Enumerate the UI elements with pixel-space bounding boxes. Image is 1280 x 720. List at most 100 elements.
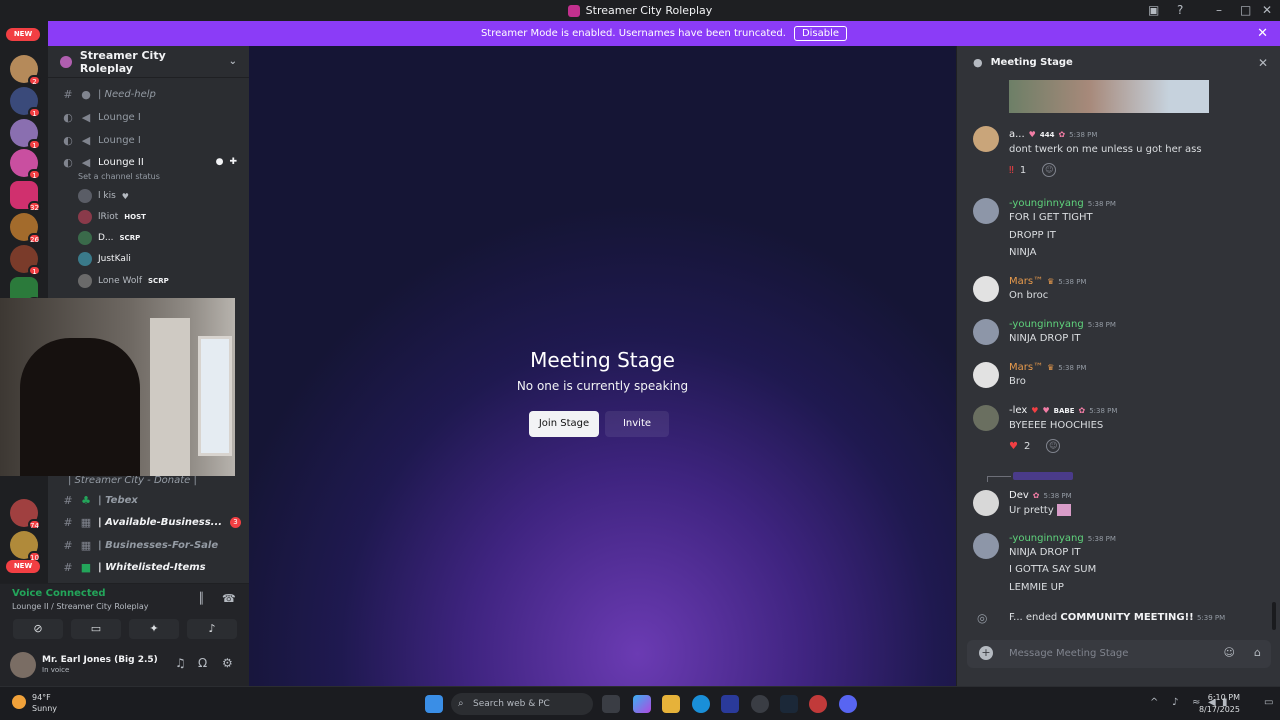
- avatar[interactable]: [973, 319, 999, 345]
- steam-icon[interactable]: [780, 695, 798, 713]
- server-icon[interactable]: 74: [10, 499, 41, 530]
- headphones-icon[interactable]: Ω: [198, 656, 207, 670]
- avatar[interactable]: [973, 533, 999, 559]
- channel-tebex[interactable]: # ♣ | Tebex: [56, 490, 241, 510]
- chat-scrollbar[interactable]: [1272, 602, 1276, 630]
- signal-icon[interactable]: ║: [198, 592, 205, 605]
- voice-user[interactable]: l kis ♥: [78, 187, 129, 205]
- banner-text: Streamer Mode is enabled. Usernames have…: [480, 28, 786, 39]
- channel-whitelisted-items[interactable]: # ■ | Whitelisted-Items: [56, 557, 241, 577]
- server-icon[interactable]: 2: [10, 55, 41, 86]
- unread-badge: 2: [28, 75, 41, 86]
- invite-button[interactable]: Invite: [605, 411, 669, 437]
- avatar[interactable]: [973, 490, 999, 516]
- avatar[interactable]: [10, 652, 36, 678]
- tray-mic-icon[interactable]: ♪: [1172, 697, 1178, 708]
- avatar[interactable]: [973, 276, 999, 302]
- server-icon[interactable]: 10: [10, 531, 41, 562]
- soundboard-button[interactable]: ♪: [187, 619, 237, 639]
- server-icon[interactable]: 1: [10, 119, 41, 150]
- taskbar-search[interactable]: ⌕ Search web & PC: [451, 693, 593, 715]
- browser-icon[interactable]: [809, 695, 827, 713]
- reply-preview[interactable]: [1013, 472, 1073, 480]
- add-attachment-icon[interactable]: +: [979, 646, 993, 660]
- add-member-icon[interactable]: ✚: [229, 157, 237, 167]
- voice-user[interactable]: JustKali: [78, 250, 131, 268]
- event-name[interactable]: COMMUNITY MEETING!!: [1060, 612, 1193, 623]
- chevron-down-icon[interactable]: ⌄: [229, 56, 237, 67]
- bow-icon: ✿: [1058, 130, 1066, 139]
- voice-user[interactable]: D... SCRP: [78, 229, 140, 247]
- edge-icon[interactable]: [692, 695, 710, 713]
- message-author[interactable]: Mars™: [1009, 276, 1043, 287]
- gamepad-icon[interactable]: ⌂: [1254, 646, 1261, 659]
- message-author[interactable]: Dev: [1009, 490, 1029, 501]
- message-text: Bro: [1009, 376, 1026, 387]
- message-author[interactable]: -younginnyang: [1009, 319, 1084, 330]
- avatar[interactable]: [973, 126, 999, 152]
- app-l-icon[interactable]: [721, 695, 739, 713]
- server-icon[interactable]: 1: [10, 87, 41, 118]
- voice-user[interactable]: lRiot HOST: [78, 208, 146, 226]
- disconnect-icon[interactable]: ☎: [222, 592, 236, 605]
- message-author[interactable]: -lex: [1009, 405, 1027, 416]
- task-view-icon[interactable]: [602, 695, 620, 713]
- avatar[interactable]: [973, 362, 999, 388]
- discord-icon[interactable]: [839, 695, 857, 713]
- copilot-icon[interactable]: [633, 695, 651, 713]
- avatar[interactable]: [973, 198, 999, 224]
- user-name[interactable]: Mr. Earl Jones (Big 2.5): [42, 655, 158, 665]
- search-placeholder: Search web & PC: [473, 699, 550, 709]
- microphone-icon[interactable]: ♫: [175, 656, 186, 670]
- message-author[interactable]: -younginnyang: [1009, 198, 1084, 209]
- message-author[interactable]: -younginnyang: [1009, 533, 1084, 544]
- obs-icon[interactable]: [751, 695, 769, 713]
- emoji-icon[interactable]: ☺: [1224, 646, 1235, 659]
- tray-chevron-icon[interactable]: ^: [1150, 697, 1158, 708]
- add-reaction-icon[interactable]: ☺: [1046, 439, 1061, 453]
- chat-icon[interactable]: ●: [216, 157, 224, 167]
- channel-lounge-1b[interactable]: ◐ ◀ Lounge I: [56, 130, 241, 150]
- voice-connected-label[interactable]: Voice Connected: [12, 588, 106, 599]
- voice-location[interactable]: Lounge II / Streamer City Roleplay: [12, 602, 149, 611]
- server-icon[interactable]: 26: [10, 213, 41, 244]
- start-icon[interactable]: [425, 695, 443, 713]
- reaction[interactable]: ♥ 2 ☺: [1009, 437, 1061, 455]
- channel-lounge-1[interactable]: ◐ ◀ Lounge I: [56, 107, 241, 127]
- voice-user[interactable]: Lone Wolf SCRP: [78, 272, 169, 290]
- minimize-icon[interactable]: –: [1216, 3, 1222, 17]
- add-reaction-icon[interactable]: ☺: [1042, 163, 1057, 177]
- server-icon[interactable]: 1: [10, 149, 41, 180]
- channel-businesses-for-sale[interactable]: # ▦ | Businesses-For-Sale: [56, 535, 241, 555]
- inbox-icon[interactable]: ▣: [1148, 3, 1159, 17]
- message-author[interactable]: Mars™: [1009, 362, 1043, 373]
- message-author[interactable]: a...: [1009, 129, 1025, 140]
- channel-available-business[interactable]: # ▦ | Available-Business... 3: [56, 512, 241, 532]
- channel-status[interactable]: Set a channel status: [78, 172, 160, 181]
- voice-user-name: D...: [98, 233, 114, 243]
- message-input-placeholder[interactable]: Message Meeting Stage: [1009, 648, 1128, 659]
- disable-button[interactable]: Disable: [793, 26, 848, 41]
- activity-button[interactable]: ✦: [129, 619, 179, 639]
- help-icon[interactable]: ?: [1177, 3, 1183, 17]
- server-header[interactable]: Streamer City Roleplay ⌄: [48, 46, 249, 78]
- notification-icon[interactable]: ▭: [1264, 697, 1273, 708]
- server-icon[interactable]: 1: [10, 245, 41, 276]
- camera-button[interactable]: ⊘: [13, 619, 63, 639]
- screen-share-button[interactable]: ▭: [71, 619, 121, 639]
- maximize-icon[interactable]: □: [1240, 3, 1251, 17]
- reaction[interactable]: ‼ 1 ☺: [1009, 161, 1057, 179]
- join-stage-button[interactable]: Join Stage: [529, 411, 599, 437]
- server-icon[interactable]: 32: [10, 181, 41, 212]
- close-window-icon[interactable]: ✕: [1262, 3, 1272, 17]
- file-explorer-icon[interactable]: [662, 695, 680, 713]
- banner-close-icon[interactable]: ✕: [1257, 26, 1268, 41]
- close-chat-icon[interactable]: ✕: [1258, 56, 1268, 70]
- settings-gear-icon[interactable]: ⚙: [222, 656, 233, 670]
- chat-input-box[interactable]: + Message Meeting Stage ☺ ⌂: [967, 640, 1271, 668]
- taskbar-clock[interactable]: 6:10 PM 8/17/2025: [1199, 692, 1240, 716]
- channel-need-help[interactable]: # ● | Need-help: [56, 84, 241, 104]
- avatar[interactable]: [973, 405, 999, 431]
- channel-lounge-2[interactable]: ◐ ◀ Lounge II ● ✚: [56, 152, 241, 172]
- attachment-image[interactable]: [1009, 80, 1209, 113]
